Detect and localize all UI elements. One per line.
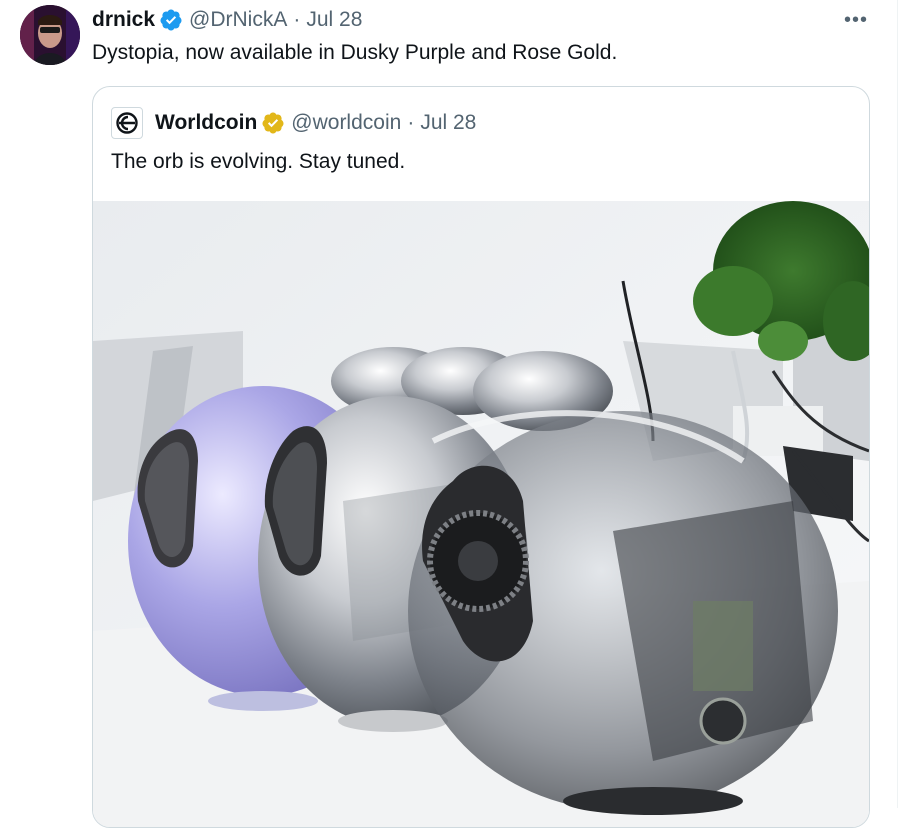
- quoted-tweet-date[interactable]: Jul 28: [420, 111, 476, 135]
- worldcoin-logo-icon[interactable]: [111, 107, 143, 139]
- avatar[interactable]: [20, 5, 80, 65]
- timeline-divider: [897, 0, 898, 808]
- orbs-photo: [93, 201, 869, 827]
- quoted-author-name[interactable]: Worldcoin: [155, 111, 257, 135]
- quoted-author-handle[interactable]: @worldcoin: [291, 111, 401, 135]
- verified-badge-icon[interactable]: [159, 8, 183, 32]
- tweet-header: drnick @DrNickA · Jul 28: [92, 6, 362, 34]
- tweet-text: Dystopia, now available in Dusky Purple …: [92, 41, 618, 64]
- header-separator: ·: [293, 8, 301, 31]
- author-handle[interactable]: @DrNickA: [189, 8, 287, 32]
- quoted-tweet-header: Worldcoin @worldcoin · Jul 28: [111, 107, 476, 139]
- gold-verified-badge-icon[interactable]: [261, 111, 285, 135]
- tweet-date[interactable]: Jul 28: [306, 8, 362, 32]
- quoted-tweet-text: The orb is evolving. Stay tuned.: [111, 150, 406, 173]
- avatar-image: [20, 5, 80, 65]
- author-name[interactable]: drnick: [92, 8, 155, 32]
- quoted-tweet-card[interactable]: Worldcoin @worldcoin · Jul 28 The orb is…: [92, 86, 870, 828]
- more-options-icon[interactable]: •••: [840, 6, 872, 34]
- quoted-tweet-media[interactable]: [93, 201, 869, 827]
- quoted-header-separator: ·: [407, 111, 415, 134]
